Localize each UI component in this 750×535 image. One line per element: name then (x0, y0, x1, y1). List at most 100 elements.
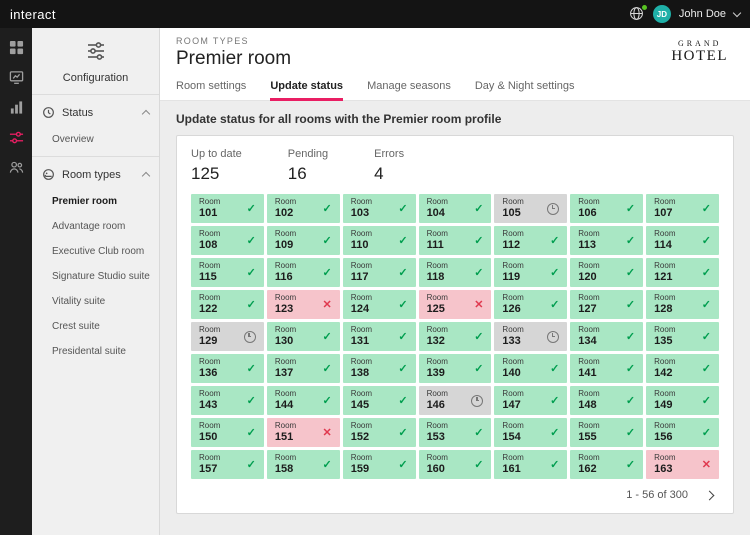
room-tile-118[interactable]: Room 118 ✓ (418, 258, 492, 287)
room-tile-128[interactable]: Room 128 ✓ (646, 290, 719, 319)
room-tile-131[interactable]: Room 131 ✓ (342, 322, 416, 351)
room-tile-113[interactable]: Room 113 ✓ (570, 226, 644, 255)
nav-dashboard-icon[interactable] (0, 32, 32, 62)
room-tile-140[interactable]: Room 140 ✓ (494, 354, 568, 383)
nav-reports-icon[interactable] (0, 62, 32, 92)
room-tile-104[interactable]: Room 104 ✓ (418, 194, 492, 223)
check-icon: ✓ (625, 363, 636, 375)
room-tile-107[interactable]: Room 107 ✓ (646, 194, 719, 223)
room-number: 108 (199, 239, 218, 252)
room-tile-127[interactable]: Room 127 ✓ (570, 290, 644, 319)
room-tile-148[interactable]: Room 148 ✓ (570, 386, 644, 415)
room-tile-125[interactable]: Room 125 ✕ (418, 290, 492, 319)
room-tile-label: Room (654, 325, 676, 335)
sidebar-item-overview[interactable]: Overview (32, 127, 159, 152)
tab-manage-seasons[interactable]: Manage seasons (367, 74, 451, 101)
tab-update-status[interactable]: Update status (270, 74, 344, 101)
nav-users-icon[interactable] (0, 152, 32, 182)
room-tile-139[interactable]: Room 139 ✓ (418, 354, 492, 383)
room-tile-163[interactable]: Room 163 ✕ (646, 450, 719, 479)
room-tile-124[interactable]: Room 124 ✓ (342, 290, 416, 319)
globe-icon[interactable] (629, 4, 648, 22)
sidebar-item-vitality-suite[interactable]: Vitality suite (32, 289, 159, 314)
room-tile-158[interactable]: Room 158 ✓ (266, 450, 340, 479)
room-tile-156[interactable]: Room 156 ✓ (646, 418, 719, 447)
sidebar-item-executive-club-room[interactable]: Executive Club room (32, 239, 159, 264)
chevron-up-icon (141, 171, 151, 181)
room-tile-162[interactable]: Room 162 ✓ (570, 450, 644, 479)
room-tile-108[interactable]: Room 108 ✓ (191, 226, 264, 255)
check-icon: ✓ (625, 267, 636, 279)
room-tile-111[interactable]: Room 111 ✓ (418, 226, 492, 255)
room-tile-135[interactable]: Room 135 ✓ (646, 322, 719, 351)
room-tile-152[interactable]: Room 152 ✓ (342, 418, 416, 447)
check-icon: ✓ (625, 427, 636, 439)
check-icon: ✓ (550, 427, 560, 439)
room-tile-138[interactable]: Room 138 ✓ (342, 354, 416, 383)
room-tile-106[interactable]: Room 106 ✓ (570, 194, 644, 223)
room-tile-label: Room (426, 453, 448, 463)
room-tile-145[interactable]: Room 145 ✓ (342, 386, 416, 415)
avatar[interactable]: JD (652, 5, 671, 23)
sidebar-item-premier-room[interactable]: Premier room (32, 189, 159, 214)
room-tile-136[interactable]: Room 136 ✓ (191, 354, 264, 383)
room-tile-105[interactable]: Room 105 (494, 194, 568, 223)
room-tile-110[interactable]: Room 110 ✓ (342, 226, 416, 255)
room-tile-151[interactable]: Room 151 ✕ (266, 418, 340, 447)
room-tile-137[interactable]: Room 137 ✓ (266, 354, 340, 383)
room-tile-129[interactable]: Room 129 (191, 322, 264, 351)
room-number: 131 (350, 335, 370, 348)
sidebar-item-crest-suite[interactable]: Crest suite (32, 314, 159, 339)
room-tile-122[interactable]: Room 122 ✓ (191, 290, 264, 319)
room-tile-123[interactable]: Room 123 ✕ (266, 290, 340, 319)
room-tile-143[interactable]: Room 143 ✓ (191, 386, 264, 415)
room-tile-142[interactable]: Room 142 ✓ (646, 354, 719, 383)
sidebar-section-status-header[interactable]: Status (32, 95, 159, 127)
room-tile-126[interactable]: Room 126 ✓ (494, 290, 568, 319)
room-tile-161[interactable]: Room 161 ✓ (494, 450, 568, 479)
sidebar-section-status: Status Overview (32, 95, 159, 157)
room-tile-132[interactable]: Room 132 ✓ (418, 322, 492, 351)
room-tile-121[interactable]: Room 121 ✓ (646, 258, 719, 287)
room-tile-141[interactable]: Room 141 ✓ (570, 354, 644, 383)
sidebar-item-presidental-suite[interactable]: Presidental suite (32, 339, 159, 364)
room-tile-114[interactable]: Room 114 ✓ (646, 226, 719, 255)
room-tile-117[interactable]: Room 117 ✓ (342, 258, 416, 287)
room-tile-150[interactable]: Room 150 ✓ (191, 418, 264, 447)
room-tile-144[interactable]: Room 144 ✓ (266, 386, 340, 415)
room-tile-label: Room (654, 229, 676, 239)
room-tile-157[interactable]: Room 157 ✓ (191, 450, 264, 479)
stat-value: 4 (374, 164, 384, 183)
room-tile-109[interactable]: Room 109 ✓ (266, 226, 340, 255)
room-tile-149[interactable]: Room 149 ✓ (646, 386, 719, 415)
sidebar-item-advantage-room[interactable]: Advantage room (32, 214, 159, 239)
room-tile-159[interactable]: Room 159 ✓ (342, 450, 416, 479)
check-icon: ✓ (246, 267, 256, 279)
nav-analytics-icon[interactable] (0, 92, 32, 122)
room-tile-154[interactable]: Room 154 ✓ (494, 418, 568, 447)
room-tile-112[interactable]: Room 112 ✓ (494, 226, 568, 255)
room-tile-103[interactable]: Room 103 ✓ (342, 194, 416, 223)
tab-room-settings[interactable]: Room settings (176, 74, 246, 101)
room-tile-text: Room 150 (199, 421, 220, 443)
room-tile-130[interactable]: Room 130 ✓ (266, 322, 340, 351)
room-tile-153[interactable]: Room 153 ✓ (418, 418, 492, 447)
room-tile-134[interactable]: Room 134 ✓ (570, 322, 644, 351)
nav-configuration-icon[interactable] (0, 122, 32, 152)
room-tile-147[interactable]: Room 147 ✓ (494, 386, 568, 415)
tab-day-night-settings[interactable]: Day & Night settings (475, 74, 575, 101)
room-tile-120[interactable]: Room 120 ✓ (570, 258, 644, 287)
room-tile-101[interactable]: Room 101 ✓ (191, 194, 264, 223)
user-menu[interactable]: JD John Doe (629, 4, 742, 23)
room-tile-116[interactable]: Room 116 ✓ (266, 258, 340, 287)
sidebar-item-signature-studio-suite[interactable]: Signature Studio suite (32, 264, 159, 289)
room-tile-160[interactable]: Room 160 ✓ (418, 450, 492, 479)
room-tile-155[interactable]: Room 155 ✓ (570, 418, 644, 447)
room-tile-115[interactable]: Room 115 ✓ (191, 258, 264, 287)
room-tile-119[interactable]: Room 119 ✓ (494, 258, 568, 287)
room-tile-146[interactable]: Room 146 (418, 386, 492, 415)
sidebar-section-room-types-header[interactable]: Room types (32, 157, 159, 189)
room-tile-102[interactable]: Room 102 ✓ (266, 194, 340, 223)
next-page-button[interactable] (704, 490, 715, 500)
room-tile-133[interactable]: Room 133 (494, 322, 568, 351)
